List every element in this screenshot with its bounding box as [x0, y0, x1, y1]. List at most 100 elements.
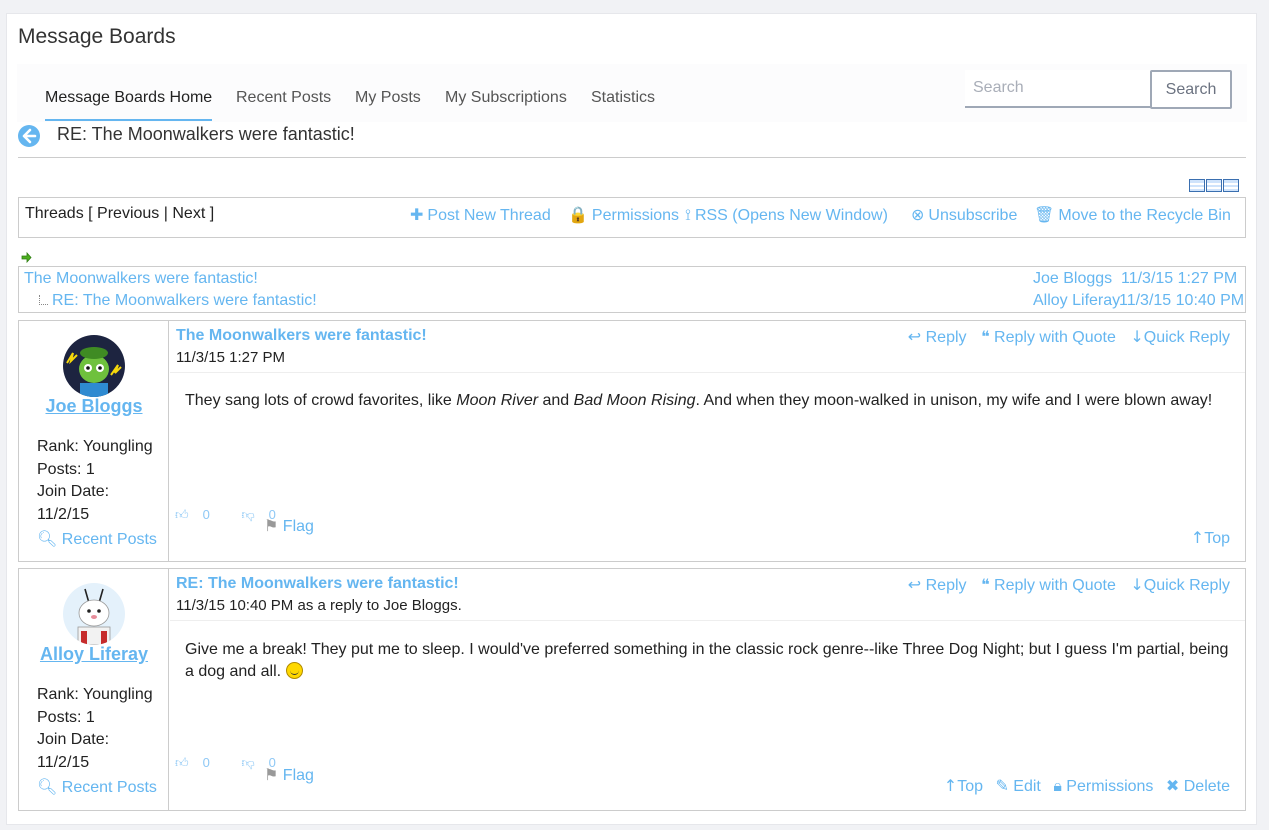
join-date-value: 11/2/15	[37, 754, 90, 772]
arrow-up-icon: ↑	[943, 776, 958, 795]
author-name-link[interactable]: Alloy Liferay	[19, 644, 169, 665]
permissions-link[interactable]: 🔒 Permissions	[568, 205, 679, 225]
smiley-icon	[285, 662, 303, 679]
quick-reply-label: Quick Reply	[1143, 577, 1230, 594]
tree-branch	[39, 295, 48, 305]
rss-label: RSS (Opens New Window)	[694, 207, 888, 224]
lock-icon: 🔒	[568, 205, 588, 224]
combination-view-icon[interactable]	[1223, 179, 1239, 192]
search-button[interactable]: Search	[1150, 70, 1232, 109]
message-post: Alloy Liferay Rank: Youngling Posts: 1 J…	[18, 568, 1246, 811]
previous-thread-link[interactable]: Previous	[97, 205, 159, 222]
permissions-link[interactable]: 🔒︎ Permissions	[1053, 776, 1153, 795]
tab-my-posts[interactable]: My Posts	[355, 89, 421, 107]
search-input[interactable]	[965, 70, 1151, 108]
tree-author[interactable]: Alloy Liferay	[1033, 292, 1120, 310]
next-thread-link[interactable]: Next	[172, 205, 205, 222]
recycle-label: Move to the Recycle Bin	[1058, 207, 1231, 224]
author-post-count: Posts: 1	[37, 460, 95, 478]
top-link[interactable]: ↑Top	[1190, 528, 1230, 547]
post-message: Give me a break! They put me to sleep. I…	[185, 641, 1229, 680]
quick-reply-button[interactable]: ↓Quick Reply	[1130, 327, 1230, 346]
permissions-label: Permissions	[591, 207, 680, 224]
recent-posts-link[interactable]: 🔍︎ Recent Posts	[37, 777, 157, 797]
message-post: Joe Bloggs Rank: Youngling Posts: 1 Join…	[18, 320, 1246, 562]
post-divider	[170, 620, 1245, 621]
post-bottom-actions: ↑Top	[1183, 528, 1230, 548]
post-title[interactable]: RE: The Moonwalkers were fantastic!	[176, 575, 459, 593]
avatar[interactable]	[63, 335, 125, 397]
post-author-panel: Alloy Liferay Rank: Youngling Posts: 1 J…	[19, 569, 169, 810]
flat-view-icon[interactable]	[1189, 179, 1205, 192]
reply-quote-label: Reply with Quote	[994, 329, 1116, 346]
thumbs-up-button[interactable]: 👍︎ 0	[175, 507, 224, 523]
top-link[interactable]: ↑Top	[943, 776, 983, 795]
flag-link[interactable]: ⚑ Flag	[264, 516, 314, 536]
tree-date: 11/3/15 1:27 PM	[1121, 270, 1238, 287]
edit-link[interactable]: ✎ Edit	[995, 776, 1040, 795]
thumbs-up-button[interactable]: 👍︎ 0	[175, 755, 224, 771]
post-author-panel: Joe Bloggs Rank: Youngling Posts: 1 Join…	[19, 321, 169, 561]
thumbs-down-icon: 👎︎	[241, 508, 255, 523]
tree-row[interactable]: RE: The Moonwalkers were fantastic! Allo…	[19, 289, 1245, 311]
page-title: Message Boards	[18, 25, 176, 48]
post-bottom-actions: ↑Top ✎ Edit 🔒︎ Permissions ✖ Delete	[936, 776, 1230, 796]
thread-tree: The Moonwalkers were fantastic! Joe Blog…	[18, 266, 1246, 313]
join-date-label: Join Date:	[37, 731, 110, 749]
tab-my-subscriptions[interactable]: My Subscriptions	[445, 89, 567, 107]
post-date: 11/3/15 10:40 PM as a reply to Joe Blogg…	[176, 597, 462, 614]
unsubscribe-link[interactable]: ⊗ Unsubscribe	[911, 205, 1017, 225]
post-new-thread-label: Post New Thread	[427, 207, 551, 224]
divider	[18, 157, 1246, 158]
back-arrow-icon[interactable]	[18, 125, 40, 147]
post-actions: ↩ Reply ❝ Reply with Quote ↓Quick Reply	[898, 575, 1230, 595]
thumbs-up-icon: 👍︎	[175, 508, 189, 523]
lock-icon: 🔒︎	[1053, 776, 1062, 795]
thumbs-up-icon: 👍︎	[175, 756, 189, 771]
author-name-link[interactable]: Joe Bloggs	[19, 396, 169, 417]
tab-statistics[interactable]: Statistics	[591, 89, 655, 107]
reply-quote-label: Reply with Quote	[994, 577, 1116, 594]
reply-label: Reply	[925, 577, 967, 594]
post-content-panel: The Moonwalkers were fantastic! 11/3/15 …	[170, 321, 1245, 561]
trash-icon: 🗑	[1034, 205, 1055, 224]
recent-posts-link[interactable]: 🔍︎ Recent Posts	[37, 529, 157, 549]
tab-recent-posts[interactable]: Recent Posts	[236, 89, 331, 107]
green-arrow-icon	[21, 252, 32, 263]
tree-date: 11/3/15 10:40 PM	[1119, 292, 1245, 309]
thread-toolbar: Threads [ Previous | Next ] ✚ Post New Th…	[18, 197, 1246, 238]
display-style-switcher	[1188, 179, 1239, 193]
arrow-down-icon: ↓	[1130, 327, 1144, 346]
reply-with-quote-button[interactable]: ❝ Reply with Quote	[980, 575, 1116, 594]
author-post-count: Posts: 1	[37, 708, 95, 726]
thread-heading: RE: The Moonwalkers were fantastic!	[57, 124, 355, 144]
quote-icon: ❝	[980, 575, 990, 594]
reply-with-quote-button[interactable]: ❝ Reply with Quote	[980, 327, 1116, 346]
rss-link[interactable]: ⟟ RSS (Opens New Window)	[685, 205, 888, 225]
close-circle-icon: ⊗	[911, 205, 925, 224]
tree-title[interactable]: The Moonwalkers were fantastic!	[24, 270, 258, 288]
post-date: 11/3/15 1:27 PM	[176, 349, 285, 366]
quote-icon: ❝	[980, 327, 990, 346]
tree-author[interactable]: Joe Bloggs	[1033, 270, 1112, 288]
quick-reply-button[interactable]: ↓Quick Reply	[1130, 575, 1230, 594]
avatar[interactable]	[63, 583, 125, 645]
reply-icon: ↩	[907, 327, 922, 346]
post-content-panel: RE: The Moonwalkers were fantastic! 11/3…	[170, 569, 1245, 810]
post-title[interactable]: The Moonwalkers were fantastic!	[176, 327, 427, 345]
arrow-up-icon: ↑	[1190, 528, 1205, 547]
post-new-thread-link[interactable]: ✚ Post New Thread	[410, 205, 551, 225]
tree-view-icon[interactable]	[1206, 179, 1222, 192]
threads-navigation: Threads [ Previous | Next ]	[25, 205, 214, 223]
tree-row[interactable]: The Moonwalkers were fantastic! Joe Blog…	[19, 267, 1245, 289]
recent-posts-label: Recent Posts	[61, 779, 157, 796]
delete-link[interactable]: ✖ Delete	[1166, 776, 1230, 795]
reply-button[interactable]: ↩ Reply	[907, 327, 967, 346]
tab-message-boards-home[interactable]: Message Boards Home	[45, 89, 212, 107]
recycle-bin-link[interactable]: 🗑 Move to the Recycle Bin	[1034, 205, 1231, 225]
reply-button[interactable]: ↩ Reply	[908, 575, 967, 594]
quick-reply-label: Quick Reply	[1143, 329, 1230, 346]
flag-link[interactable]: ⚑ Flag	[264, 765, 314, 785]
tree-title[interactable]: RE: The Moonwalkers were fantastic!	[52, 292, 317, 310]
edit-icon: ✎	[995, 776, 1009, 795]
